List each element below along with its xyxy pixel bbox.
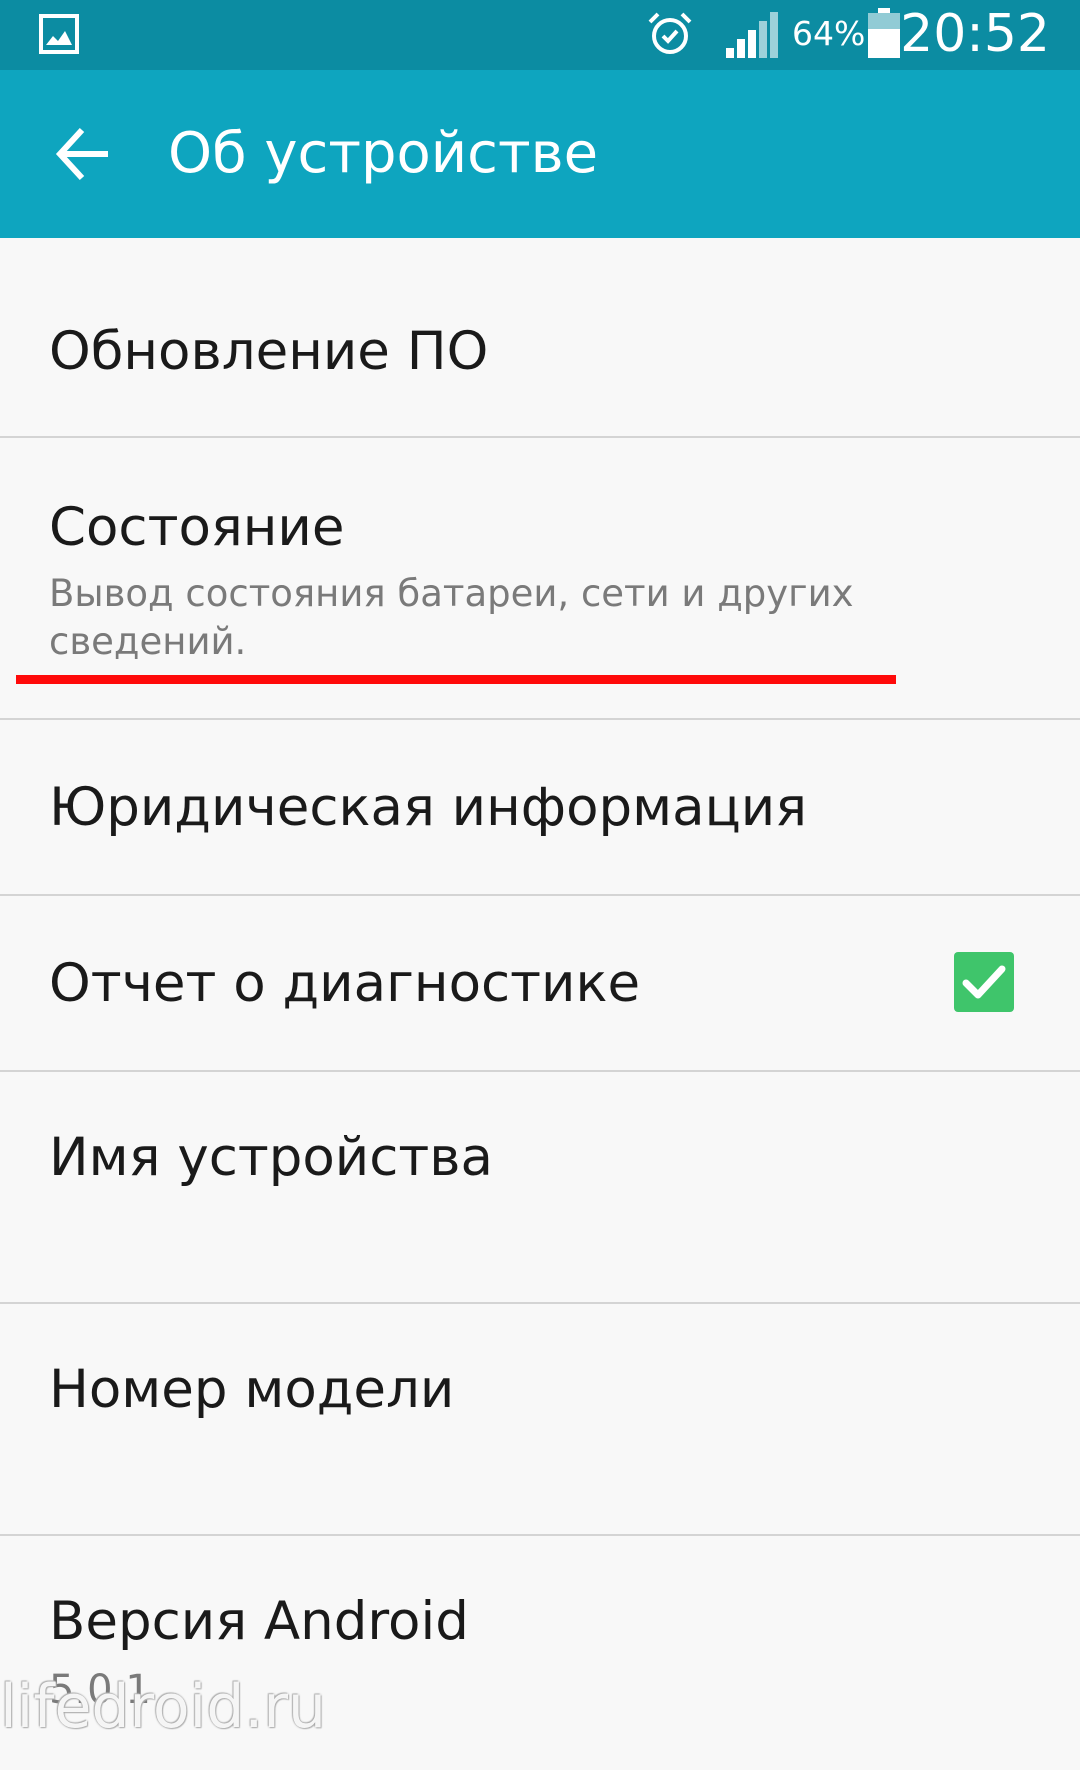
list-item-software-update[interactable]: Обновление ПО bbox=[0, 238, 1080, 438]
list-item-label: Отчет о диагностике bbox=[49, 953, 641, 1014]
list-item-label: Версия Android bbox=[49, 1591, 469, 1652]
battery-percent: 64% bbox=[792, 14, 866, 53]
signal-icon bbox=[726, 12, 778, 58]
battery-icon bbox=[868, 8, 900, 58]
list-item-label: Номер модели bbox=[49, 1359, 455, 1420]
list-item-label: Имя устройства bbox=[49, 1127, 493, 1188]
arrow-back-icon[interactable] bbox=[52, 122, 116, 186]
gallery-icon bbox=[39, 14, 79, 54]
settings-list: Обновление ПО Состояние Вывод состояния … bbox=[0, 238, 1080, 1770]
list-item-label: Юридическая информация bbox=[49, 777, 808, 838]
list-item-status[interactable]: Состояние Вывод состояния батареи, сети … bbox=[0, 438, 1080, 720]
status-bar: 64% 20:52 bbox=[0, 0, 1080, 70]
page-title: Об устройстве bbox=[168, 121, 599, 186]
list-item-summary: Вывод состояния батареи, сети и других с… bbox=[49, 572, 854, 663]
checkmark-icon bbox=[962, 965, 1006, 999]
red-underline bbox=[16, 675, 896, 684]
list-item-device-name[interactable]: Имя устройства bbox=[0, 1072, 1080, 1304]
diagnostic-report-checkbox[interactable] bbox=[954, 952, 1014, 1012]
watermark: lifedroid.ru bbox=[0, 1672, 327, 1742]
list-item-label: Состояние bbox=[49, 497, 345, 558]
clock: 20:52 bbox=[900, 4, 1050, 64]
list-item-legal-info[interactable]: Юридическая информация bbox=[0, 720, 1080, 896]
alarm-icon bbox=[648, 12, 692, 54]
list-item-model-number[interactable]: Номер модели bbox=[0, 1304, 1080, 1536]
app-bar: Об устройстве bbox=[0, 70, 1080, 238]
list-item-label: Обновление ПО bbox=[49, 321, 489, 382]
list-item-diagnostic-report[interactable]: Отчет о диагностике bbox=[0, 896, 1080, 1072]
